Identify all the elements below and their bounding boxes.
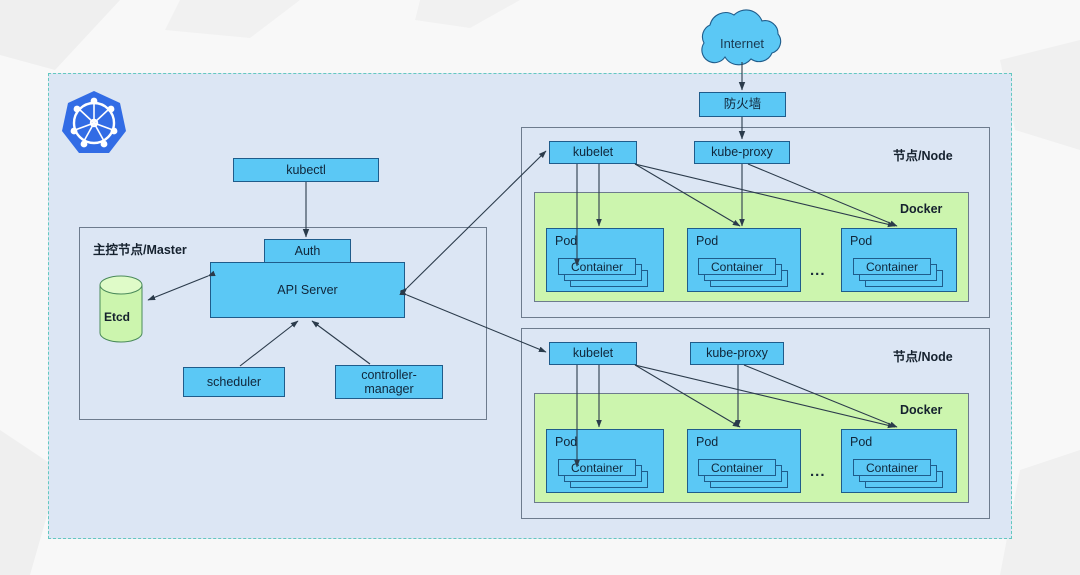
internet-label: Internet bbox=[720, 36, 764, 51]
kubelet-box-1[interactable]: kubelet bbox=[549, 141, 637, 164]
diagram-canvas: Internet 防火墙 主控节点/Master kubectl Auth AP… bbox=[0, 0, 1080, 575]
auth-label: Auth bbox=[294, 243, 321, 258]
master-label: 主控节点/Master bbox=[93, 243, 187, 257]
kubelet-label-1: kubelet bbox=[572, 145, 614, 160]
node-label-1: 节点/Node bbox=[893, 149, 953, 163]
pod-label-2-2: Pod bbox=[696, 435, 719, 449]
kubernetes-logo bbox=[61, 89, 127, 157]
pod-label-2-1: Pod bbox=[555, 435, 578, 449]
container-stack-2-1[interactable]: Container bbox=[558, 459, 658, 489]
kubectl-box[interactable]: kubectl bbox=[233, 158, 379, 182]
kube-proxy-box-1[interactable]: kube-proxy bbox=[694, 141, 790, 164]
container-stack-1-2[interactable]: Container bbox=[698, 258, 798, 288]
api-server-box[interactable]: API Server bbox=[210, 262, 405, 318]
container-label-1-1: Container bbox=[558, 258, 636, 275]
controller-manager-label-line2: manager bbox=[364, 382, 414, 396]
kube-proxy-label-2: kube-proxy bbox=[706, 346, 768, 361]
docker-label-1: Docker bbox=[900, 202, 943, 216]
etcd-cylinder[interactable] bbox=[99, 275, 143, 343]
container-label-1-3: Container bbox=[853, 258, 931, 275]
firewall-box[interactable]: 防火墙 bbox=[699, 92, 786, 117]
container-stack-1-3[interactable]: Container bbox=[853, 258, 953, 288]
container-label-2-1: Container bbox=[558, 459, 636, 476]
etcd-label: Etcd bbox=[104, 310, 131, 324]
container-stack-2-3[interactable]: Container bbox=[853, 459, 953, 489]
kubelet-box-2[interactable]: kubelet bbox=[549, 342, 637, 365]
kube-proxy-box-2[interactable]: kube-proxy bbox=[690, 342, 784, 365]
scheduler-box[interactable]: scheduler bbox=[183, 367, 285, 397]
pods-ellipsis-1: ... bbox=[810, 262, 826, 279]
container-label-2-2: Container bbox=[698, 459, 776, 476]
internet-cloud bbox=[701, 9, 782, 66]
node-label-2: 节点/Node bbox=[893, 350, 953, 364]
container-label-1-2: Container bbox=[698, 258, 776, 275]
pod-label-1-2: Pod bbox=[696, 234, 719, 248]
container-label-2-3: Container bbox=[853, 459, 931, 476]
controller-manager-box[interactable]: controller- manager bbox=[335, 365, 443, 399]
kubelet-label-2: kubelet bbox=[572, 346, 614, 361]
pod-label-1-1: Pod bbox=[555, 234, 578, 248]
pod-label-1-3: Pod bbox=[850, 234, 873, 248]
scheduler-label: scheduler bbox=[206, 374, 262, 389]
docker-label-2: Docker bbox=[900, 403, 943, 417]
kubectl-label: kubectl bbox=[286, 162, 326, 177]
auth-box[interactable]: Auth bbox=[264, 239, 351, 263]
api-server-label: API Server bbox=[277, 282, 338, 297]
controller-manager-label-line1: controller- bbox=[361, 367, 417, 382]
kube-proxy-label-1: kube-proxy bbox=[711, 145, 773, 160]
pods-ellipsis-2: ... bbox=[810, 463, 826, 480]
container-stack-2-2[interactable]: Container bbox=[698, 459, 798, 489]
firewall-label: 防火墙 bbox=[723, 97, 762, 112]
pod-label-2-3: Pod bbox=[850, 435, 873, 449]
container-stack-1-1[interactable]: Container bbox=[558, 258, 658, 288]
